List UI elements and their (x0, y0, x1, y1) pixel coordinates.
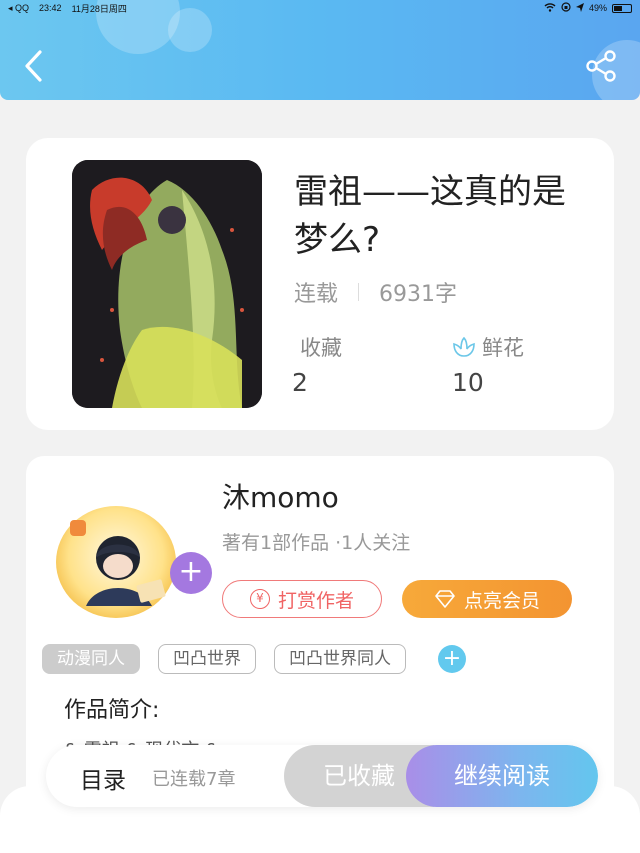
top-header: ◂ QQ 23:42 11月28日周四 49% (0, 0, 640, 100)
book-word-count: 6931字 (379, 282, 458, 307)
wifi-icon (544, 2, 556, 14)
status-date: 11月28日周四 (71, 3, 127, 14)
bottom-action-bar: 目录 已连载7章 已收藏 继续阅读 (46, 745, 598, 807)
toc-button[interactable]: 目录 (80, 761, 126, 795)
flower-label: 鲜花 (482, 336, 524, 360)
tag-item[interactable]: 凹凸世界同人 (274, 644, 406, 674)
back-button[interactable] (20, 48, 48, 84)
share-icon (586, 50, 616, 82)
vip-label: 点亮会员 (463, 589, 540, 612)
status-time: 23:42 (39, 3, 62, 13)
author-name[interactable]: 沐momo (222, 476, 339, 516)
book-title: 雷祖——这真的是梦么? (294, 172, 566, 260)
share-button[interactable] (586, 50, 618, 82)
diamond-icon (435, 590, 455, 608)
yen-icon: ¥ (249, 589, 270, 609)
status-app: ◂ QQ (8, 2, 30, 13)
book-cover-image[interactable] (72, 160, 262, 408)
tag-item[interactable]: 动漫同人 (42, 644, 140, 674)
author-subtitle: 著有1部作品 ·1人关注 (222, 532, 411, 554)
continue-reading-button[interactable]: 继续阅读 (406, 745, 598, 807)
divider (358, 283, 360, 301)
avatar[interactable] (56, 506, 176, 618)
collect-label: 收藏 (300, 336, 342, 360)
battery-icon (612, 3, 632, 13)
follow-author-button[interactable]: + (170, 552, 212, 594)
reward-author-button[interactable]: ¥ 打赏作者 (222, 580, 382, 618)
chevron-left-icon (25, 50, 42, 82)
flower-value: 10 (452, 368, 484, 397)
location-icon (575, 2, 584, 14)
vip-button[interactable]: 点亮会员 (402, 580, 572, 618)
flower-icon (453, 336, 475, 357)
tag-list: 动漫同人 凹凸世界 凹凸世界同人 + (42, 644, 466, 674)
intro-title: 作品简介: (64, 698, 160, 723)
book-info-card: 雷祖——这真的是梦么? 连载 6931字 收藏 2 鲜花 10 (26, 138, 614, 430)
rotation-lock-icon (561, 2, 571, 14)
add-tag-button[interactable]: + (438, 645, 466, 673)
flower-stat[interactable]: 鲜花 (452, 332, 524, 362)
chapter-count: 已连载7章 (152, 769, 236, 790)
book-status: 连载 (294, 282, 339, 307)
collect-value: 2 (292, 368, 308, 397)
author-avatar-wrap[interactable]: + (56, 506, 212, 618)
book-meta: 连载 6931字 (294, 276, 457, 308)
continue-reading-label: 继续阅读 (454, 762, 550, 790)
status-bar: ◂ QQ 23:42 11月28日周四 49% (0, 0, 640, 16)
battery-percent: 49% (588, 3, 607, 13)
tag-item[interactable]: 凹凸世界 (158, 644, 256, 674)
reward-label: 打赏作者 (277, 589, 354, 612)
